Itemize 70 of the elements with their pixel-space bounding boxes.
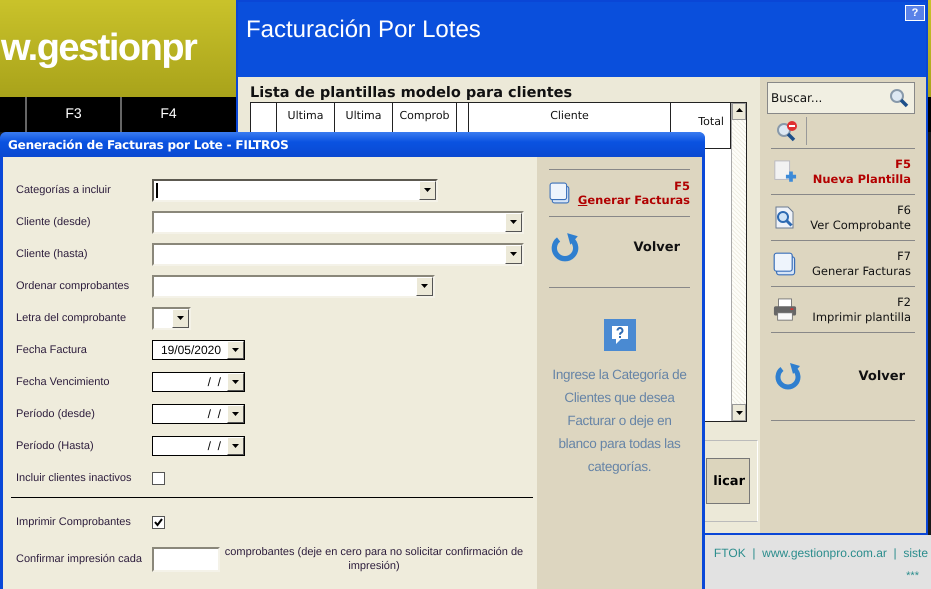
field-label: Imprimir Comprobantes <box>16 516 132 528</box>
caret-icon <box>510 252 517 256</box>
circular-arrow-icon <box>773 362 803 392</box>
help-text: Ingrese la Categoría de Clientes que desea Facturar o deje en blanco para todas las categorías. <box>551 366 688 476</box>
action-button[interactable]: F5 Generar Facturas <box>549 170 690 217</box>
status-note: *** <box>906 570 919 582</box>
caret-icon <box>421 284 428 288</box>
dropdown-field[interactable] <box>152 178 438 202</box>
input-field[interactable] <box>152 546 220 572</box>
column-header[interactable]: Cliente <box>550 109 589 122</box>
field-label: Letra del comprobante <box>16 312 128 324</box>
function-key-label: F4 <box>160 105 177 121</box>
field-label: Ordenar comprobantes <box>16 280 130 292</box>
scrollbar[interactable] <box>731 103 746 421</box>
caret-icon <box>736 108 742 112</box>
function-key-label: F3 <box>65 105 82 121</box>
caret-icon <box>510 220 517 224</box>
help-button[interactable]: ? <box>905 5 925 21</box>
search-field[interactable]: Buscar... <box>767 82 915 114</box>
date-field[interactable]: / / <box>152 436 245 456</box>
date-field[interactable]: / / <box>152 404 245 424</box>
pages-icon <box>773 252 797 276</box>
window-title: Facturación Por Lotes <box>246 16 481 44</box>
dialog-title: Generación de Facturas por Lote - FILTROS <box>8 138 289 152</box>
list-title: Lista de plantillas modelo para clientes <box>250 85 574 102</box>
dropdown-field[interactable] <box>152 274 435 298</box>
clear-search-icon[interactable] <box>776 120 798 142</box>
field-label: Fecha Factura <box>16 344 88 356</box>
caret-icon <box>232 348 239 352</box>
back-button[interactable]: Volver <box>549 217 690 288</box>
checkbox[interactable] <box>152 516 165 528</box>
dropdown-field[interactable] <box>152 242 524 266</box>
status-links: FTOK | www.gestionpro.com.ar | siste <box>714 546 928 560</box>
column-header[interactable]: Ultima <box>288 109 324 122</box>
apply-button[interactable]: licar <box>706 458 750 504</box>
caret-icon <box>736 410 742 414</box>
field-label: Período (desde) <box>16 408 96 420</box>
column-header[interactable]: Comprob <box>399 109 450 122</box>
column-header[interactable]: Ultima <box>346 109 382 122</box>
action-button[interactable]: F2 Imprimir plantilla <box>771 287 915 333</box>
printer-icon <box>773 298 797 322</box>
field-label: Incluir clientes inactivos <box>16 472 133 484</box>
checkbox[interactable] <box>152 472 165 484</box>
caret-icon <box>232 380 239 384</box>
dropdown-field[interactable] <box>152 210 524 234</box>
field-label: Confirmar impresión cada <box>16 553 143 565</box>
help-icon <box>604 319 636 351</box>
field-label: Categorías a incluir <box>16 184 112 196</box>
back-button[interactable]: Volver <box>771 333 915 421</box>
search-icon <box>889 88 909 108</box>
circular-arrow-icon <box>549 232 581 264</box>
action-button[interactable]: F6 Ver Comprobante <box>771 195 915 241</box>
pages-icon <box>549 182 571 204</box>
banner-text: w.gestionpr <box>1 27 196 70</box>
field-label: Cliente (desde) <box>16 216 92 228</box>
field-label: Fecha Vencimiento <box>16 376 111 388</box>
caret-icon <box>424 188 431 192</box>
column-header[interactable]: Total <box>698 115 724 128</box>
action-button[interactable]: F7 Generar Facturas <box>771 241 915 287</box>
dropdown-field[interactable] <box>152 306 191 330</box>
caret-icon <box>232 444 239 448</box>
field-label: Cliente (hasta) <box>16 248 89 260</box>
action-button[interactable]: F5 Nueva Plantilla <box>771 149 915 195</box>
field-note: comprobantes (deje en cero para no solicitar confirmación de impresión) <box>224 545 524 573</box>
new-document-icon <box>773 160 797 184</box>
field-label: Período (Hasta) <box>16 440 95 452</box>
caret-icon <box>232 412 239 416</box>
date-field[interactable]: 19/05/2020 <box>152 340 245 360</box>
date-field[interactable]: / / <box>152 372 245 392</box>
caret-icon <box>177 316 184 320</box>
